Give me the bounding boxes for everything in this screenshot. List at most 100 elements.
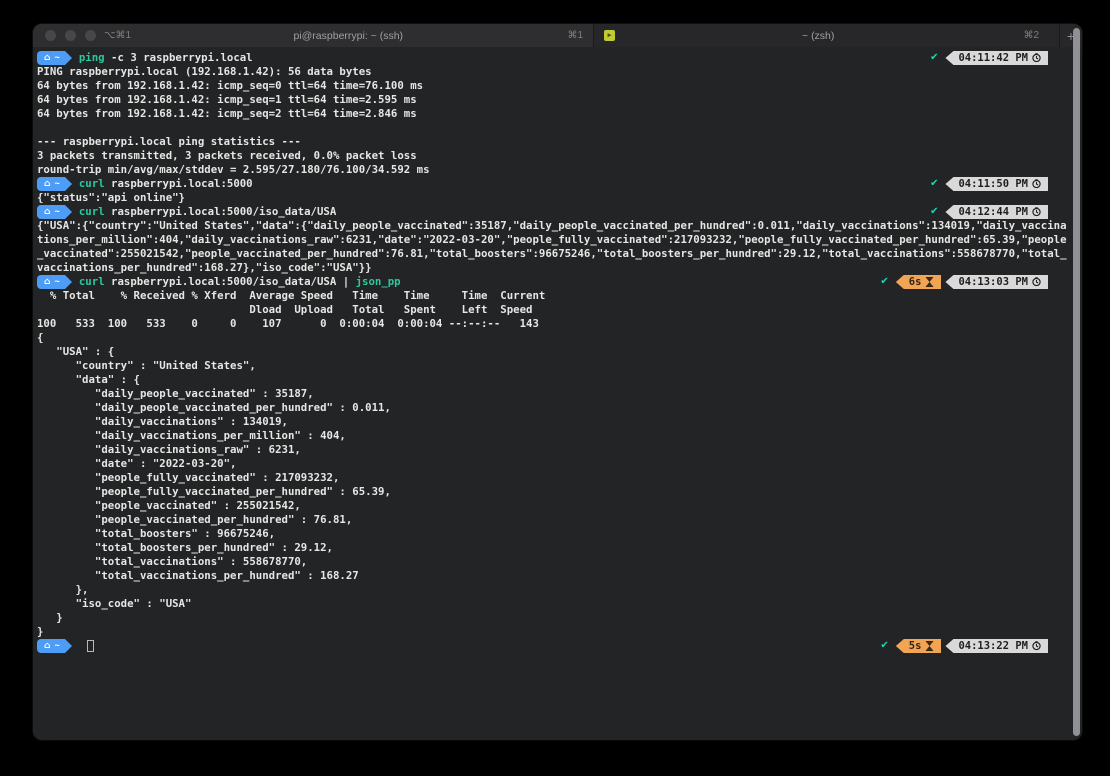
terminal-line: "country" : "United States", (37, 359, 1068, 373)
output-text: "iso_code" : "USA" (37, 597, 191, 610)
output-text: 64 bytes from 192.168.1.42: icmp_seq=1 t… (37, 93, 417, 106)
command-text: json_pp (356, 275, 401, 288)
clock-icon (1032, 641, 1041, 651)
timestamp-badge: 04:11:50 PM (945, 177, 1048, 191)
output-text: "daily_people_vaccinated" : 35187, (37, 387, 314, 400)
timestamp-value: 04:11:42 PM (958, 51, 1028, 65)
terminal-line (37, 121, 1068, 135)
tab-activity-icon: ▸ (604, 30, 615, 41)
terminal-line: {"status":"api online"} (37, 191, 1068, 205)
hourglass-icon (925, 641, 934, 651)
output-text: "people_fully_vaccinated_per_hundred" : … (37, 485, 391, 498)
output-text: "daily_people_vaccinated_per_hundred" : … (37, 401, 391, 414)
success-check-icon: ✔ (880, 639, 888, 653)
terminal-line: "USA" : { (37, 345, 1068, 359)
terminal-line: "date" : "2022-03-20", (37, 457, 1068, 471)
status-badges: ✔ 5s 04:13:22 PM (880, 639, 1048, 653)
home-icon: ⌂ (44, 275, 50, 289)
duration-value: 6s (909, 275, 922, 289)
terminal-content[interactable]: ⌂~ping -c 3 raspberrypi.local✔04:11:42 P… (33, 47, 1082, 740)
prompt-segment: ⌂~ (37, 639, 72, 653)
minimize-button[interactable] (65, 30, 76, 41)
output-text: }, (37, 583, 88, 596)
duration-badge: 6s (896, 275, 942, 289)
terminal-line: % Total % Received % Xferd Average Speed… (37, 289, 1068, 303)
output-text: "total_vaccinations_per_hundred" : 168.2… (37, 569, 359, 582)
terminal-line: "data" : { (37, 373, 1068, 387)
tab-ssh[interactable]: ⌥⌘1 pi@raspberrypi: ~ (ssh) ⌘1 (33, 24, 593, 47)
output-text: "total_boosters" : 96675246, (37, 527, 275, 540)
output-text: % Total % Received % Xferd Average Speed… (37, 289, 545, 302)
terminal-line: "people_vaccinated" : 255021542, (37, 499, 1068, 513)
prompt-segment: ⌂~ (37, 205, 72, 219)
output-text: --- raspberrypi.local ping statistics --… (37, 135, 301, 148)
success-check-icon: ✔ (880, 275, 888, 289)
output-text: {"status":"api online"} (37, 191, 185, 204)
terminal-line: ⌂~ ✔ 5s 04:13:22 PM (37, 639, 1068, 653)
status-badges: ✔04:12:44 PM (930, 205, 1048, 219)
prompt-path-box: ⌂~ (37, 639, 65, 653)
clock-icon (1032, 207, 1041, 217)
terminal-line: 3 packets transmitted, 3 packets receive… (37, 149, 1068, 163)
close-button[interactable] (45, 30, 56, 41)
output-text: vaccinations_per_hundred":168.27},"iso_c… (37, 261, 372, 274)
timestamp-badge: 04:13:22 PM (945, 639, 1048, 653)
window-shortcut-label: ⌥⌘1 (104, 30, 131, 41)
prompt-path: ~ (54, 275, 59, 289)
prompt-arrow-icon (65, 275, 72, 289)
output-text: } (37, 611, 63, 624)
output-text: Dload Upload Total Spent Left Speed (37, 303, 532, 316)
timestamp-value: 04:12:44 PM (958, 205, 1028, 219)
tab-bar: ⌥⌘1 pi@raspberrypi: ~ (ssh) ⌘1 ▸ ~ (zsh)… (33, 24, 1082, 47)
terminal-line: "total_boosters" : 96675246, (37, 527, 1068, 541)
terminal-line: tions_per_million":404,"daily_vaccinatio… (37, 233, 1068, 247)
duration-value: 5s (909, 639, 922, 653)
output-text: "data" : { (37, 373, 140, 386)
terminal-line: } (37, 611, 1068, 625)
prompt-segment: ⌂~ (37, 51, 72, 65)
terminal-line: 100 533 100 533 0 0 107 0 0:00:04 0:00:0… (37, 317, 1068, 331)
terminal-window: ⌥⌘1 pi@raspberrypi: ~ (ssh) ⌘1 ▸ ~ (zsh)… (33, 24, 1082, 740)
terminal-line: "total_boosters_per_hundred" : 29.12, (37, 541, 1068, 555)
prompt-path-box: ⌂~ (37, 51, 65, 65)
terminal-line: _vaccinated":255021542,"people_vaccinate… (37, 247, 1068, 261)
scrollbar-thumb[interactable] (1073, 28, 1080, 736)
terminal-line: "total_vaccinations" : 558678770, (37, 555, 1068, 569)
output-text: "USA" : { (37, 345, 114, 358)
prompt-path-box: ⌂~ (37, 177, 65, 191)
tab-zsh[interactable]: ▸ ~ (zsh) ⌘2 (594, 24, 1059, 47)
timestamp-value: 04:13:22 PM (958, 639, 1028, 653)
timestamp-badge: 04:12:44 PM (945, 205, 1048, 219)
tab-zsh-title: ~ (zsh) (623, 30, 1013, 42)
output-text: {"USA":{"country":"United States","data"… (37, 219, 1067, 232)
terminal-line: ⌂~curl raspberrypi.local:5000/iso_data/U… (37, 275, 1068, 289)
terminal-line: vaccinations_per_hundred":168.27},"iso_c… (37, 261, 1068, 275)
terminal-line: "daily_people_vaccinated_per_hundred" : … (37, 401, 1068, 415)
output-text: "total_vaccinations" : 558678770, (37, 555, 307, 568)
terminal-line: "daily_vaccinations_per_million" : 404, (37, 429, 1068, 443)
terminal-line: 64 bytes from 192.168.1.42: icmp_seq=2 t… (37, 107, 1068, 121)
output-text: "country" : "United States", (37, 359, 256, 372)
command-text: curl (79, 177, 105, 190)
prompt-path: ~ (54, 177, 59, 191)
success-check-icon: ✔ (930, 51, 938, 65)
terminal-line: Dload Upload Total Spent Left Speed (37, 303, 1068, 317)
terminal-line: ⌂~ping -c 3 raspberrypi.local✔04:11:42 P… (37, 51, 1068, 65)
zoom-button[interactable] (85, 30, 96, 41)
output-text: "people_fully_vaccinated" : 217093232, (37, 471, 339, 484)
command-text: raspberrypi.local:5000/iso_data/USA (105, 205, 337, 218)
status-badges: ✔ 04:11:42 PM (930, 51, 1048, 65)
terminal-line: 64 bytes from 192.168.1.42: icmp_seq=1 t… (37, 93, 1068, 107)
terminal-line: --- raspberrypi.local ping statistics --… (37, 135, 1068, 149)
success-check-icon: ✔ (930, 177, 938, 191)
output-text: round-trip min/avg/max/stddev = 2.595/27… (37, 163, 430, 176)
output-text: 3 packets transmitted, 3 packets receive… (37, 149, 417, 162)
prompt-segment: ⌂~ (37, 177, 72, 191)
clock-icon (1032, 53, 1041, 63)
terminal-line: {"USA":{"country":"United States","data"… (37, 219, 1068, 233)
output-text: tions_per_million":404,"daily_vaccinatio… (37, 233, 1067, 246)
terminal-line: }, (37, 583, 1068, 597)
prompt-arrow-icon (65, 177, 72, 191)
home-icon: ⌂ (44, 639, 50, 653)
terminal-line: PING raspberrypi.local (192.168.1.42): 5… (37, 65, 1068, 79)
